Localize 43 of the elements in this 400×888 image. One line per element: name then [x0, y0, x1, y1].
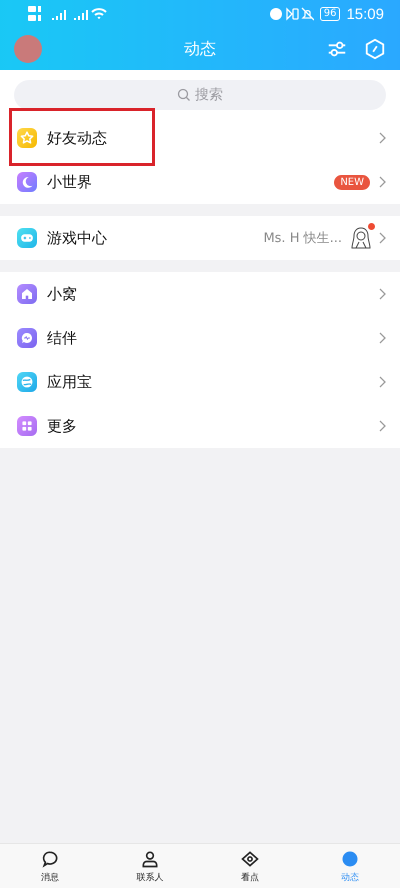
list-item[interactable]: 小世界 NEW: [0, 160, 400, 204]
list-item[interactable]: 更多: [0, 404, 400, 448]
page-title: 动态: [184, 38, 216, 58]
chat-bubble-icon: [17, 328, 37, 348]
circle-icon: [340, 848, 360, 868]
hexagon-icon[interactable]: [364, 38, 386, 60]
list-item[interactable]: 好友动态: [0, 116, 400, 160]
eye-icon: [240, 848, 260, 868]
star-icon: [17, 128, 37, 148]
avatar[interactable]: [14, 35, 42, 63]
chevron-icon: [378, 376, 386, 388]
swirl-icon: [17, 372, 37, 392]
list-item[interactable]: 游戏中心 Ms. H 快生...: [0, 216, 400, 260]
item-label: 游戏中心: [47, 228, 108, 248]
chevron-icon: [378, 132, 386, 144]
house-icon: [17, 284, 37, 304]
item-label: 好友动态: [47, 128, 108, 148]
chevron-icon: [378, 288, 386, 300]
clock: 15:09: [346, 6, 384, 22]
item-detail: Ms. H 快生...: [263, 230, 342, 247]
chat-bubble-icon: [40, 848, 60, 868]
chevron-icon: [378, 332, 386, 344]
battery-level: 96: [320, 7, 340, 21]
item-label: 结伴: [47, 328, 78, 348]
item-label: 应用宝: [47, 372, 93, 392]
chevron-icon: [378, 176, 386, 188]
item-label: 更多: [47, 416, 78, 436]
tab[interactable]: 联系人: [100, 844, 200, 888]
chevron-icon: [378, 420, 386, 432]
new-badge: NEW: [334, 174, 370, 190]
chevron-icon: [378, 232, 386, 244]
grid-icon: [17, 416, 37, 436]
search-icon: [177, 88, 191, 102]
list-item[interactable]: 小窝: [0, 272, 400, 316]
tab[interactable]: 看点: [200, 844, 300, 888]
list-item[interactable]: 应用宝: [0, 360, 400, 404]
crescent-icon: [17, 172, 37, 192]
gamepad-icon: [17, 228, 37, 248]
item-label: 小窝: [47, 284, 78, 304]
person-icon: [140, 848, 160, 868]
tab[interactable]: 消息: [0, 844, 100, 888]
item-label: 小世界: [47, 172, 93, 192]
list-item[interactable]: 结伴: [0, 316, 400, 360]
